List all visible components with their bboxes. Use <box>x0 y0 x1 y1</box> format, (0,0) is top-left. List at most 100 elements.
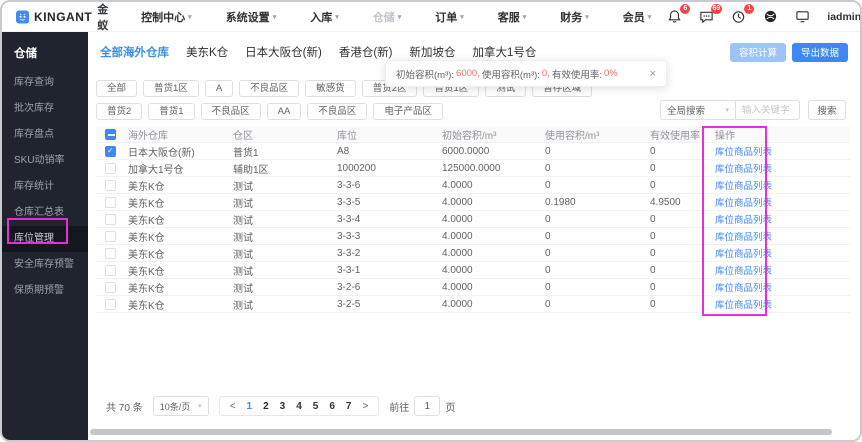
zone-chip[interactable]: 电子产品区 <box>373 103 443 120</box>
nav-item-customer-service[interactable]: 客服▾ <box>498 9 527 25</box>
location-products-link[interactable]: 库位商品列表 <box>715 215 772 226</box>
tab-singapore[interactable]: 新加坡仓 <box>410 44 456 60</box>
cell-location: 3-3-1 <box>333 265 438 276</box>
sidebar-item-stocktaking[interactable]: 库存盘点 <box>2 122 88 148</box>
row-checkbox[interactable] <box>105 163 116 174</box>
monitor-icon[interactable] <box>795 9 811 25</box>
sidebar-item-warehouse-summary[interactable]: 仓库汇总表 <box>2 200 88 226</box>
select-all-checkbox[interactable] <box>105 129 116 140</box>
next-page-button[interactable]: > <box>362 401 368 412</box>
message-icon[interactable]: 69 <box>699 9 715 25</box>
content-area: 全部 普货1区 A 不良品区 敏感货 普货2区 普货1区 测试 暂存区域 普货2… <box>88 72 860 442</box>
cell-warehouse: 加拿大1号仓 <box>124 161 229 176</box>
timer-icon[interactable]: 1 <box>731 9 747 25</box>
sidebar-item-shelf-life-alert[interactable]: 保质期预警 <box>2 278 88 304</box>
tab-us-east-k[interactable]: 美东K仓 <box>186 44 228 60</box>
page-number[interactable]: 5 <box>313 401 319 412</box>
cell-rate: 0 <box>646 299 711 310</box>
sidebar-item-safety-stock-alert[interactable]: 安全库存预警 <box>2 252 88 278</box>
zone-chip[interactable]: 全部 <box>96 80 137 97</box>
zone-chip[interactable]: 普货1 <box>148 103 194 120</box>
nav-item-finance[interactable]: 财务▾ <box>560 9 589 25</box>
location-products-link[interactable]: 库位商品列表 <box>715 283 772 294</box>
globe-icon[interactable] <box>763 9 779 25</box>
row-checkbox[interactable] <box>105 282 116 293</box>
zone-chip[interactable]: 不良品区 <box>201 103 261 120</box>
zone-chip[interactable]: 普货2 <box>96 103 142 120</box>
nav-item-membership[interactable]: 会员▾ <box>623 9 652 25</box>
zone-chip[interactable]: 不良品区 <box>239 80 299 97</box>
nav-item-label: 订单 <box>435 9 457 25</box>
page-number[interactable]: 3 <box>280 401 286 412</box>
location-products-link[interactable]: 库位商品列表 <box>715 147 772 158</box>
zone-chip[interactable]: 敏感货 <box>305 80 356 97</box>
sidebar-item-batch-inventory[interactable]: 批次库存 <box>2 96 88 122</box>
nav-item-inbound[interactable]: 入库▾ <box>310 9 339 25</box>
nav-item-orders[interactable]: 订单▾ <box>435 9 464 25</box>
cell-location: 3-2-6 <box>333 282 438 293</box>
tab-japan-osaka-new[interactable]: 日本大阪仓(新) <box>245 44 322 60</box>
row-checkbox[interactable] <box>105 231 116 242</box>
sidebar-item-inventory-stats[interactable]: 库存统计 <box>2 174 88 200</box>
volume-calc-button[interactable]: 容积计算 <box>730 43 786 62</box>
sidebar-item-location-management[interactable]: 库位管理 <box>2 226 88 252</box>
row-checkbox[interactable] <box>105 180 116 191</box>
page-size-select[interactable]: 10条/页 ▾ <box>153 396 209 416</box>
location-products-link[interactable]: 库位商品列表 <box>715 232 772 243</box>
chevron-down-icon: ▾ <box>398 13 402 21</box>
sidebar-item-sku-turnover[interactable]: SKU动销率 <box>2 148 88 174</box>
location-products-link[interactable]: 库位商品列表 <box>715 181 772 192</box>
nav-item-label: 客服 <box>498 9 520 25</box>
location-products-link[interactable]: 库位商品列表 <box>715 266 772 277</box>
goto-page-input[interactable] <box>414 396 440 416</box>
total-count: 共 70 条 <box>106 399 143 414</box>
row-checkbox[interactable] <box>105 146 116 157</box>
cell-used: 0 <box>541 146 646 157</box>
chevron-down-icon: ▾ <box>188 13 192 21</box>
zone-chip[interactable]: A <box>205 80 233 97</box>
row-checkbox[interactable] <box>105 197 116 208</box>
col-zone: 仓区 <box>229 127 333 142</box>
page-number[interactable]: 4 <box>296 401 302 412</box>
search-scope-select[interactable]: 全局搜索 ▾ <box>660 100 736 120</box>
page-number[interactable]: 1 <box>247 401 253 412</box>
row-checkbox[interactable] <box>105 265 116 276</box>
row-checkbox[interactable] <box>105 214 116 225</box>
page-number[interactable]: 2 <box>263 401 269 412</box>
tab-all-overseas[interactable]: 全部海外仓库 <box>100 44 169 60</box>
cell-initial: 6000.0000 <box>438 146 541 157</box>
search-button[interactable]: 搜索 <box>808 100 846 120</box>
zone-chip[interactable]: 不良品区 <box>307 103 367 120</box>
cell-used: 0 <box>541 231 646 242</box>
tab-canada-1[interactable]: 加拿大1号仓 <box>473 44 537 60</box>
export-data-button[interactable]: 导出数据 <box>792 43 848 62</box>
brand-icon <box>16 8 29 26</box>
page-number[interactable]: 7 <box>346 401 352 412</box>
zone-chip[interactable]: AA <box>267 103 302 120</box>
main-panel: 全部海外仓库 美东K仓 日本大阪仓(新) 香港仓(新) 新加坡仓 加拿大1号仓 … <box>88 32 860 440</box>
location-products-link[interactable]: 库位商品列表 <box>715 249 772 260</box>
close-icon[interactable]: × <box>642 68 656 80</box>
nav-item-system-settings[interactable]: 系统设置▾ <box>226 9 277 25</box>
sidebar-item-inventory-query[interactable]: 库存查询 <box>2 70 88 96</box>
brand-logo[interactable]: KINGANT 金蚁 <box>16 1 113 33</box>
nav-item-control-center[interactable]: 控制中心▾ <box>141 9 192 25</box>
horizontal-scrollbar[interactable] <box>90 429 832 435</box>
location-products-link[interactable]: 库位商品列表 <box>715 198 772 209</box>
location-products-link[interactable]: 库位商品列表 <box>715 300 772 311</box>
prev-page-button[interactable]: < <box>230 401 236 412</box>
zone-chip[interactable]: 普货1区 <box>143 80 199 97</box>
bell-icon[interactable]: 6 <box>667 9 683 25</box>
nav-item-warehousing[interactable]: 仓储▾ <box>373 9 402 25</box>
toolbar-actions: 容积计算 导出数据 <box>730 43 848 62</box>
col-initial-volume: 初始容积/m³ <box>438 127 541 142</box>
row-checkbox[interactable] <box>105 299 116 310</box>
location-products-link[interactable]: 库位商品列表 <box>715 164 772 175</box>
username[interactable]: iadmin <box>827 11 861 23</box>
row-checkbox[interactable] <box>105 248 116 259</box>
sidebar-title: 仓储 <box>2 32 88 70</box>
cell-used: 0 <box>541 248 646 259</box>
tab-hongkong-new[interactable]: 香港仓(新) <box>339 44 393 60</box>
page-number[interactable]: 6 <box>329 401 335 412</box>
search-input[interactable] <box>736 100 800 120</box>
